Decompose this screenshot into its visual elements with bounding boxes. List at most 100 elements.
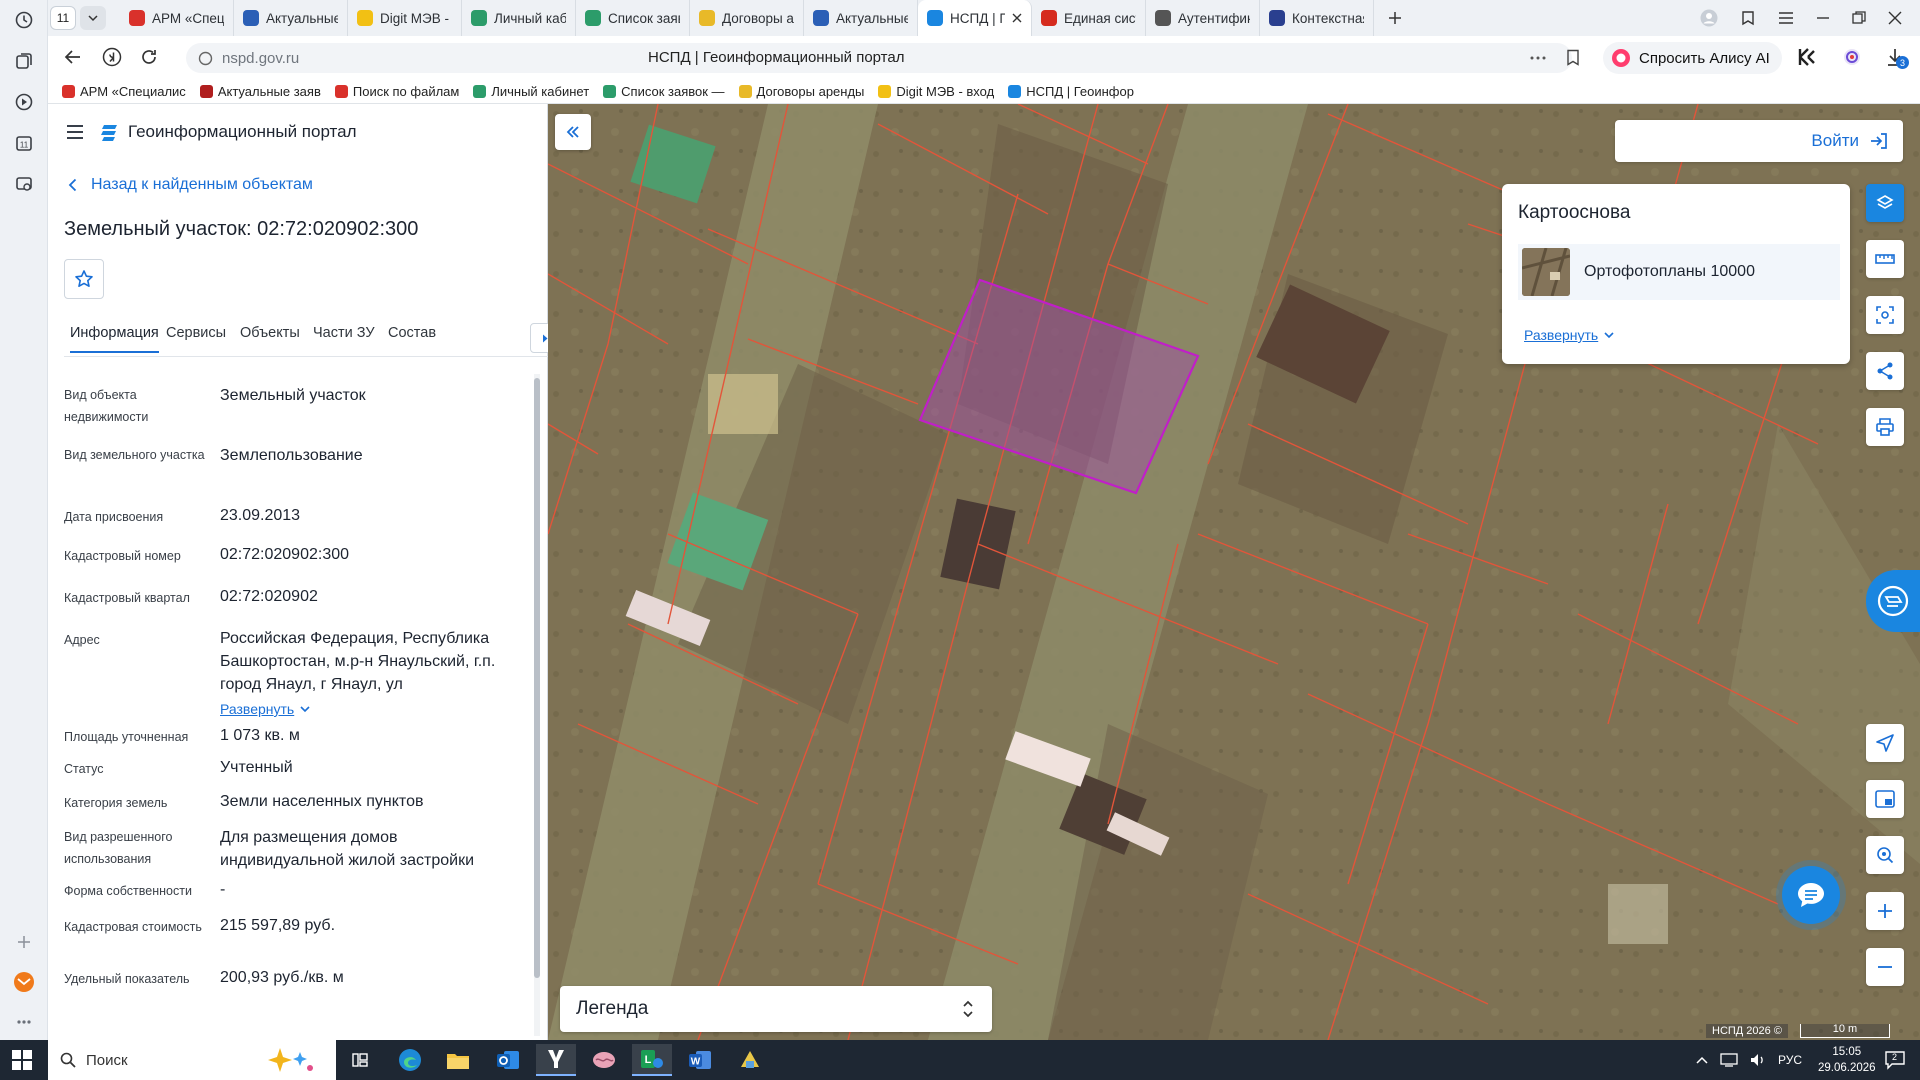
yandex-browser-icon[interactable] — [536, 1044, 576, 1076]
windows-start-icon[interactable] — [12, 1050, 32, 1070]
lync-icon[interactable]: L — [632, 1044, 672, 1076]
tab-composition[interactable]: Состав — [388, 325, 436, 351]
menu-icon[interactable] — [1778, 11, 1794, 25]
back-to-results-link[interactable]: Назад к найденным объектам — [68, 176, 313, 194]
yandex-logo-icon[interactable] — [102, 47, 122, 67]
scrollbar-thumb[interactable] — [534, 378, 540, 978]
bookmark-item[interactable]: НСПД | Геоинфор — [1008, 84, 1134, 99]
site-info-icon[interactable] — [198, 51, 213, 66]
minimize-icon[interactable] — [1816, 11, 1830, 25]
tab-objects[interactable]: Объекты — [240, 325, 300, 351]
alice-button[interactable]: Спросить Алису AI — [1603, 42, 1782, 74]
svg-text:W: W — [691, 1057, 701, 1068]
taskbar-search[interactable]: Поиск — [48, 1040, 336, 1080]
chevron-down-icon[interactable] — [80, 6, 106, 30]
browser-tab[interactable]: АРМ «Специал — [120, 0, 234, 36]
new-tab-button[interactable] — [1380, 3, 1410, 33]
measure-button[interactable] — [1866, 240, 1904, 278]
tab-count-badge[interactable]: 11 — [50, 6, 76, 30]
word-icon[interactable]: W — [680, 1044, 720, 1076]
more-options-icon[interactable] — [1530, 56, 1546, 60]
zoom-in-button[interactable] — [1866, 892, 1904, 930]
tray-expand-icon[interactable] — [1696, 1056, 1708, 1064]
search-location-button[interactable] — [1866, 836, 1904, 874]
back-arrow-icon[interactable] — [64, 48, 82, 66]
browser-tab[interactable]: Digit МЭВ - нач — [348, 0, 462, 36]
browser-tab[interactable]: Единая систем — [1032, 0, 1146, 36]
browser-tab[interactable]: Актуальные за — [234, 0, 348, 36]
bookmark-item[interactable]: Список заявок — — [603, 84, 725, 99]
minimap-button[interactable] — [1866, 780, 1904, 818]
basemap-expand-link[interactable]: Развернуть — [1524, 327, 1614, 343]
brain-app-icon[interactable] — [584, 1044, 624, 1076]
panel-scrollbar[interactable] — [534, 374, 540, 1036]
language-indicator[interactable]: РУС — [1778, 1053, 1802, 1067]
portal-logo[interactable]: Геоинформационный портал — [100, 122, 357, 142]
zoom-out-button[interactable] — [1866, 948, 1904, 986]
share-button[interactable] — [1866, 352, 1904, 390]
mail-app-icon[interactable] — [10, 968, 38, 996]
map-app-icon[interactable] — [730, 1044, 770, 1076]
url-actions — [1530, 49, 1580, 66]
more-icon[interactable] — [10, 1008, 38, 1036]
layers-button[interactable] — [1866, 184, 1904, 222]
outlook-icon[interactable] — [488, 1044, 528, 1076]
assistant-button[interactable] — [1866, 570, 1920, 632]
chat-button[interactable] — [1782, 866, 1840, 924]
history-icon[interactable] — [10, 6, 38, 34]
bookmark-icon[interactable] — [1566, 49, 1580, 66]
browser-tab[interactable]: Список заявок — [576, 0, 690, 36]
bookmark-panel-icon[interactable] — [1740, 10, 1756, 26]
tab-services[interactable]: Сервисы — [166, 325, 226, 351]
task-view-icon[interactable] — [340, 1044, 380, 1076]
collapse-panel-button[interactable] — [555, 114, 591, 150]
reload-icon[interactable] — [140, 48, 158, 66]
tab-land-parts[interactable]: Части ЗУ — [313, 325, 375, 351]
portal-name: Геоинформационный портал — [128, 122, 357, 141]
browser-tab[interactable]: Контекстная А — [1260, 0, 1374, 36]
bookmark-item[interactable]: Digit МЭВ - вход — [878, 84, 994, 99]
browser-tab[interactable]: Аутентификац — [1146, 0, 1260, 36]
notifications-icon[interactable]: 2 — [1884, 1050, 1906, 1070]
collections-icon[interactable] — [10, 47, 38, 75]
print-button[interactable] — [1866, 408, 1904, 446]
edge-icon[interactable] — [390, 1044, 430, 1076]
hamburger-menu-icon[interactable] — [66, 125, 84, 139]
browser-tab[interactable]: Актуальные за — [804, 0, 918, 36]
g-favicon — [1155, 10, 1171, 26]
address-expand-link[interactable]: Развернуть — [220, 698, 310, 721]
restore-icon[interactable] — [1852, 11, 1866, 25]
browser-tab[interactable]: Личный кабин — [462, 0, 576, 36]
bookmark-item[interactable]: Договоры аренды — [738, 84, 864, 99]
legend-toggle[interactable]: Легенда — [560, 986, 992, 1032]
browser-tab[interactable]: НСПД | Геои — [918, 0, 1032, 36]
downloads-icon[interactable]: 3 — [1886, 47, 1909, 69]
video-icon[interactable] — [10, 88, 38, 116]
tab-label: Личный кабин — [494, 10, 566, 26]
select-area-button[interactable] — [1866, 296, 1904, 334]
clock[interactable]: 15:05 29.06.2026 — [1818, 1044, 1876, 1076]
volume-icon[interactable] — [1750, 1053, 1766, 1067]
extension-target-icon[interactable] — [1842, 47, 1862, 67]
browser-tab[interactable]: Договоры арен — [690, 0, 804, 36]
extension-k-icon[interactable] — [1796, 46, 1818, 68]
bookmark-item[interactable]: Личный кабинет — [473, 84, 589, 99]
basemap-option[interactable]: Ортофотопланы 10000 — [1518, 244, 1840, 300]
close-window-icon[interactable] — [1888, 11, 1902, 25]
bookmark-item[interactable]: Поиск по файлам — [334, 84, 459, 99]
profile-icon[interactable] — [1700, 9, 1718, 27]
network-icon[interactable] — [1720, 1053, 1738, 1067]
calendar-icon[interactable]: 11 — [10, 129, 38, 157]
tab-info[interactable]: Информация — [70, 325, 159, 353]
geolocation-button[interactable] — [1866, 724, 1904, 762]
info-value: 215 597,89 руб. — [220, 917, 336, 934]
file-explorer-icon[interactable] — [438, 1044, 478, 1076]
login-button[interactable]: Войти — [1615, 120, 1903, 162]
favorite-button[interactable] — [64, 259, 104, 299]
close-tab-icon[interactable] — [1012, 13, 1022, 23]
info-label: Площадь уточненная — [64, 730, 189, 744]
screenshot-icon[interactable] — [10, 170, 38, 198]
bookmark-item[interactable]: АРМ «Специалис — [62, 84, 186, 99]
bookmark-item[interactable]: Актуальные заяв — [199, 84, 321, 99]
add-icon[interactable] — [10, 928, 38, 956]
